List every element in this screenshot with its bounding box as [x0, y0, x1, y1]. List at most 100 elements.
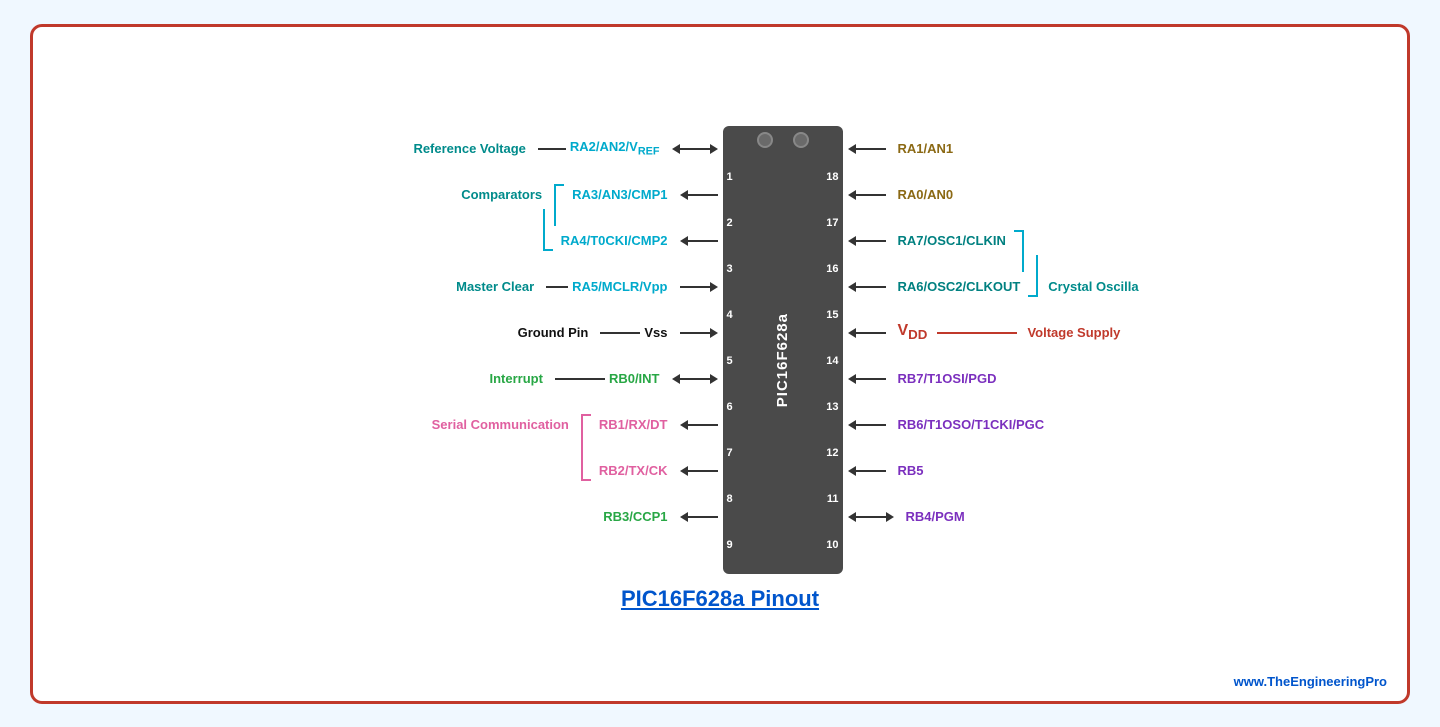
pnum-3: 3: [723, 246, 745, 292]
main-title: PIC16F628a Pinout: [621, 586, 819, 611]
pin-label-14: VDD: [898, 322, 928, 342]
arrow-1: [672, 144, 718, 154]
pin-label-7: RB1/RX/DT: [599, 417, 668, 432]
right-pin-17: RA0/AN0: [848, 172, 1278, 218]
arrow-2: [680, 190, 718, 200]
arrow-18: [848, 144, 886, 154]
arrow-5: [680, 328, 718, 338]
left-pin-1: Reference Voltage RA2/AN2/VREF: [163, 126, 718, 172]
pin-label-16: RA7/OSC1/CLKIN: [898, 233, 1006, 248]
main-container: Reference Voltage RA2/AN2/VREF Comparato…: [30, 24, 1410, 704]
right-pin-14: VDD Voltage Supply: [848, 310, 1278, 356]
left-labels: Reference Voltage RA2/AN2/VREF Comparato…: [163, 126, 718, 540]
left-pin-nums: 1 2 3 4 5 6 7 8 9: [723, 154, 745, 568]
func-label-2: Comparators: [461, 187, 542, 202]
pnum-11: 11: [821, 476, 843, 522]
arrow-7: [680, 420, 718, 430]
arrow-9: [680, 512, 718, 522]
bracket-r-bottom: [1028, 255, 1038, 297]
pnum-15: 15: [821, 292, 843, 338]
pnum-2: 2: [723, 200, 745, 246]
pnum-14: 14: [821, 338, 843, 384]
arrow-15: [848, 282, 886, 292]
func-label-1: Reference Voltage: [413, 141, 525, 156]
chip-notch: [757, 132, 809, 148]
func-label-14: Voltage Supply: [1027, 325, 1120, 340]
arrow-4: [680, 282, 718, 292]
pin-label-8: RB2/TX/CK: [599, 463, 668, 478]
arrow-16: [848, 236, 886, 246]
pnum-10: 10: [821, 522, 843, 568]
right-pin-13: RB7/T1OSI/PGD: [848, 356, 1278, 402]
pnum-9: 9: [723, 522, 745, 568]
left-pin-2: Comparators RA3/AN3/CMP1: [163, 172, 718, 218]
arrow-6: [672, 374, 718, 384]
pnum-1: 1: [723, 154, 745, 200]
connector-5: [600, 332, 640, 334]
pnum-12: 12: [821, 430, 843, 476]
chip-label: PIC16F628a: [774, 303, 791, 417]
arrow-13: [848, 374, 886, 384]
pnum-8: 8: [723, 476, 745, 522]
func-label-7: Serial Communication: [432, 417, 569, 432]
right-pin-16: RA7/OSC1/CLKIN: [848, 218, 1278, 264]
pin-label-15: RA6/OSC2/CLKOUT: [898, 279, 1021, 294]
pin-label-5: Vss: [644, 325, 667, 340]
arrow-10: [848, 512, 894, 522]
bracket-bottom: [543, 209, 553, 251]
arrow-11: [848, 466, 886, 476]
arrow-8: [680, 466, 718, 476]
pin-label-2: RA3/AN3/CMP1: [572, 187, 667, 202]
pin-label-11: RB5: [898, 463, 924, 478]
pin-label-1: RA2/AN2/VREF: [570, 139, 660, 158]
website-label: www.TheEngineeringPro: [1234, 674, 1387, 689]
func-label-crystal: Crystal Oscilla: [1048, 279, 1138, 294]
vdd-line: [937, 332, 1017, 334]
diagram-area: Reference Voltage RA2/AN2/VREF Comparato…: [163, 126, 1278, 574]
pnum-5: 5: [723, 338, 745, 384]
arrow-14: [848, 328, 886, 338]
right-labels: RA1/AN1 RA0/AN0 RA7/OSC1/CLKIN: [848, 126, 1278, 540]
right-pin-nums: 18 17 16 15 14 13 12 11 10: [821, 154, 843, 568]
left-pin-6: Interrupt RB0/INT: [163, 356, 718, 402]
pin-label-9: RB3/CCP1: [603, 509, 667, 524]
pin-label-4: RA5/MCLR/Vpp: [572, 279, 667, 294]
right-pin-11: RB5: [848, 448, 1278, 494]
right-pin-12: RB6/T1OSO/T1CKI/PGC: [848, 402, 1278, 448]
left-pin-5: Ground Pin Vss: [163, 310, 718, 356]
func-label-6: Interrupt: [489, 371, 542, 386]
right-pin-15: RA6/OSC2/CLKOUT Crystal Oscilla: [848, 264, 1278, 310]
pin-label-12: RB6/T1OSO/T1CKI/PGC: [898, 417, 1045, 432]
pnum-17: 17: [821, 200, 843, 246]
connector-4: [546, 286, 568, 288]
chip-circle-right: [793, 132, 809, 148]
pin-label-13: RB7/T1OSI/PGD: [898, 371, 997, 386]
pnum-4: 4: [723, 292, 745, 338]
chip-label-area: PIC16F628a: [745, 154, 821, 568]
left-pin-7: Serial Communication RB1/RX/DT: [163, 402, 718, 448]
left-pin-4: Master Clear RA5/MCLR/Vpp: [163, 264, 718, 310]
left-pin-3: RA4/T0CKI/CMP2: [163, 218, 718, 264]
arrow-17: [848, 190, 886, 200]
pnum-18: 18: [821, 154, 843, 200]
arrow-3: [680, 236, 718, 246]
pnum-6: 6: [723, 384, 745, 430]
pin-label-18: RA1/AN1: [898, 141, 954, 156]
chip-circle-left: [757, 132, 773, 148]
connector-1: [538, 148, 566, 150]
pnum-16: 16: [821, 246, 843, 292]
left-pin-8: RB2/TX/CK: [163, 448, 718, 494]
chip-container: 1 2 3 4 5 6 7 8 9 PIC16F628a: [718, 126, 848, 574]
left-pin-9: RB3/CCP1: [163, 494, 718, 540]
right-pin-10: RB4/PGM: [848, 494, 1278, 540]
pin-label-10: RB4/PGM: [906, 509, 965, 524]
right-pin-18: RA1/AN1: [848, 126, 1278, 172]
func-label-5: Ground Pin: [518, 325, 589, 340]
chip-inner: 1 2 3 4 5 6 7 8 9 PIC16F628a: [723, 154, 843, 568]
pin-label-17: RA0/AN0: [898, 187, 954, 202]
func-label-4: Master Clear: [456, 279, 534, 294]
pnum-13: 13: [821, 384, 843, 430]
pin-label-6: RB0/INT: [609, 371, 660, 386]
title-area: PIC16F628a Pinout: [621, 586, 819, 612]
pin-label-3: RA4/T0CKI/CMP2: [561, 233, 668, 248]
